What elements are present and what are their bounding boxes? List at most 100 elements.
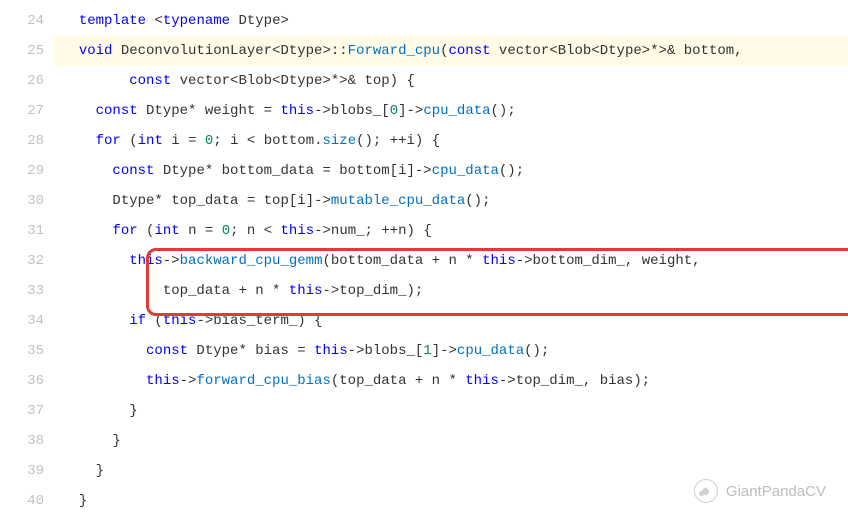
token-pl: (); bbox=[499, 163, 524, 179]
token-kw: const bbox=[112, 163, 154, 179]
code-line: top_data + n * this->top_dim_); bbox=[54, 276, 848, 306]
token-pl: ->num_; ++n) { bbox=[314, 223, 432, 239]
token-fn: Forward_cpu bbox=[348, 43, 440, 59]
token-pl: (); bbox=[491, 103, 516, 119]
line-number: 27 bbox=[0, 96, 44, 126]
line-number: 26 bbox=[0, 66, 44, 96]
token-pl: ; n < bbox=[230, 223, 280, 239]
token-pl: (bottom_data + n * bbox=[322, 253, 482, 269]
token-this: this bbox=[281, 223, 315, 239]
line-number: 36 bbox=[0, 366, 44, 396]
line-number: 28 bbox=[0, 126, 44, 156]
token-num: 0 bbox=[390, 103, 398, 119]
code-line: const Dtype* bias = this->blobs_[1]->cpu… bbox=[54, 336, 848, 366]
token-this: this bbox=[163, 313, 197, 329]
code-line: for (int i = 0; i < bottom.size(); ++i) … bbox=[54, 126, 848, 156]
token-this: this bbox=[465, 373, 499, 389]
line-number: 38 bbox=[0, 426, 44, 456]
token-pl: -> bbox=[180, 373, 197, 389]
token-pl: ->bottom_dim_, weight, bbox=[516, 253, 701, 269]
token-pl: ( bbox=[440, 43, 448, 59]
token-kw: void bbox=[79, 43, 113, 59]
line-number: 34 bbox=[0, 306, 44, 336]
token-kw: int bbox=[138, 133, 163, 149]
token-op: < bbox=[146, 13, 163, 29]
token-pl: Dtype* top_data = top[i]-> bbox=[112, 193, 330, 209]
line-number-gutter: 2425262728293031323334353637383940 bbox=[0, 0, 54, 519]
code-line: const vector<Blob<Dtype>*>& top) { bbox=[54, 66, 848, 96]
token-kw: const bbox=[96, 103, 138, 119]
token-pl: (); bbox=[524, 343, 549, 359]
token-pl: ->top_dim_); bbox=[322, 283, 423, 299]
code-line: if (this->bias_term_) { bbox=[54, 306, 848, 336]
token-this: this bbox=[129, 253, 163, 269]
line-number: 35 bbox=[0, 336, 44, 366]
token-num: 0 bbox=[222, 223, 230, 239]
token-pl: n = bbox=[180, 223, 222, 239]
token-pl: ->blobs_[ bbox=[314, 103, 390, 119]
line-number: 40 bbox=[0, 486, 44, 516]
line-number: 33 bbox=[0, 276, 44, 306]
token-pl: Dtype> bbox=[230, 13, 289, 29]
token-pl: ( bbox=[146, 313, 163, 329]
token-pl: ->top_dim_, bias); bbox=[499, 373, 650, 389]
line-number: 31 bbox=[0, 216, 44, 246]
token-this: this bbox=[146, 373, 180, 389]
token-pl: ]-> bbox=[432, 343, 457, 359]
line-number: 32 bbox=[0, 246, 44, 276]
token-fn: mutable_cpu_data bbox=[331, 193, 465, 209]
token-fn: forward_cpu_bias bbox=[196, 373, 330, 389]
token-kw: for bbox=[112, 223, 137, 239]
token-pl: i = bbox=[163, 133, 205, 149]
token-kw: const bbox=[146, 343, 188, 359]
token-kw: template bbox=[79, 13, 146, 29]
code-line: const Dtype* bottom_data = bottom[i]->cp… bbox=[54, 156, 848, 186]
token-this: this bbox=[482, 253, 516, 269]
token-kw: for bbox=[96, 133, 121, 149]
token-pl: } bbox=[79, 493, 87, 509]
token-this: this bbox=[280, 103, 314, 119]
token-pl: ->blobs_[ bbox=[348, 343, 424, 359]
token-pl: Dtype* weight = bbox=[138, 103, 281, 119]
code-line: const Dtype* weight = this->blobs_[0]->c… bbox=[54, 96, 848, 126]
token-pl: Dtype* bias = bbox=[188, 343, 314, 359]
token-pl: ]-> bbox=[398, 103, 423, 119]
code-line: template <typename Dtype> bbox=[54, 6, 848, 36]
token-pl: vector<Blob<Dtype>*>& top) { bbox=[171, 73, 415, 89]
token-pl: } bbox=[129, 403, 137, 419]
code-line: } bbox=[54, 396, 848, 426]
token-fn: backward_cpu_gemm bbox=[180, 253, 323, 269]
token-this: this bbox=[289, 283, 323, 299]
token-pl: vector<Blob<Dtype>*>& bottom, bbox=[491, 43, 743, 59]
code-line: this->forward_cpu_bias(top_data + n * th… bbox=[54, 366, 848, 396]
token-pl: Dtype* bottom_data = bottom[i]-> bbox=[154, 163, 431, 179]
line-number: 39 bbox=[0, 456, 44, 486]
token-kw: if bbox=[129, 313, 146, 329]
token-pl: DeconvolutionLayer<Dtype>:: bbox=[112, 43, 347, 59]
line-number: 29 bbox=[0, 156, 44, 186]
token-pl: ; i < bottom. bbox=[213, 133, 322, 149]
token-pl: ( bbox=[138, 223, 155, 239]
token-pl: } bbox=[112, 433, 120, 449]
code-screenshot: 2425262728293031323334353637383940 templ… bbox=[0, 0, 848, 519]
line-number: 24 bbox=[0, 6, 44, 36]
token-kw: const bbox=[449, 43, 491, 59]
code-line: } bbox=[54, 426, 848, 456]
code-line: void DeconvolutionLayer<Dtype>::Forward_… bbox=[54, 36, 848, 66]
line-number: 25 bbox=[0, 36, 44, 66]
watermark: GiantPandaCV bbox=[694, 479, 826, 503]
line-number: 37 bbox=[0, 396, 44, 426]
token-kw: const bbox=[129, 73, 171, 89]
code-area: template <typename Dtype> void Deconvolu… bbox=[54, 0, 848, 519]
code-line: this->backward_cpu_gemm(bottom_data + n … bbox=[54, 246, 848, 276]
token-num: 1 bbox=[423, 343, 431, 359]
token-pl: ( bbox=[121, 133, 138, 149]
token-kw: int bbox=[154, 223, 179, 239]
token-pl: -> bbox=[163, 253, 180, 269]
wechat-icon bbox=[694, 479, 718, 503]
token-fn: size bbox=[323, 133, 357, 149]
token-fn: cpu_data bbox=[423, 103, 490, 119]
token-pl: ->bias_term_) { bbox=[196, 313, 322, 329]
token-this: this bbox=[314, 343, 348, 359]
token-pl: (top_data + n * bbox=[331, 373, 465, 389]
